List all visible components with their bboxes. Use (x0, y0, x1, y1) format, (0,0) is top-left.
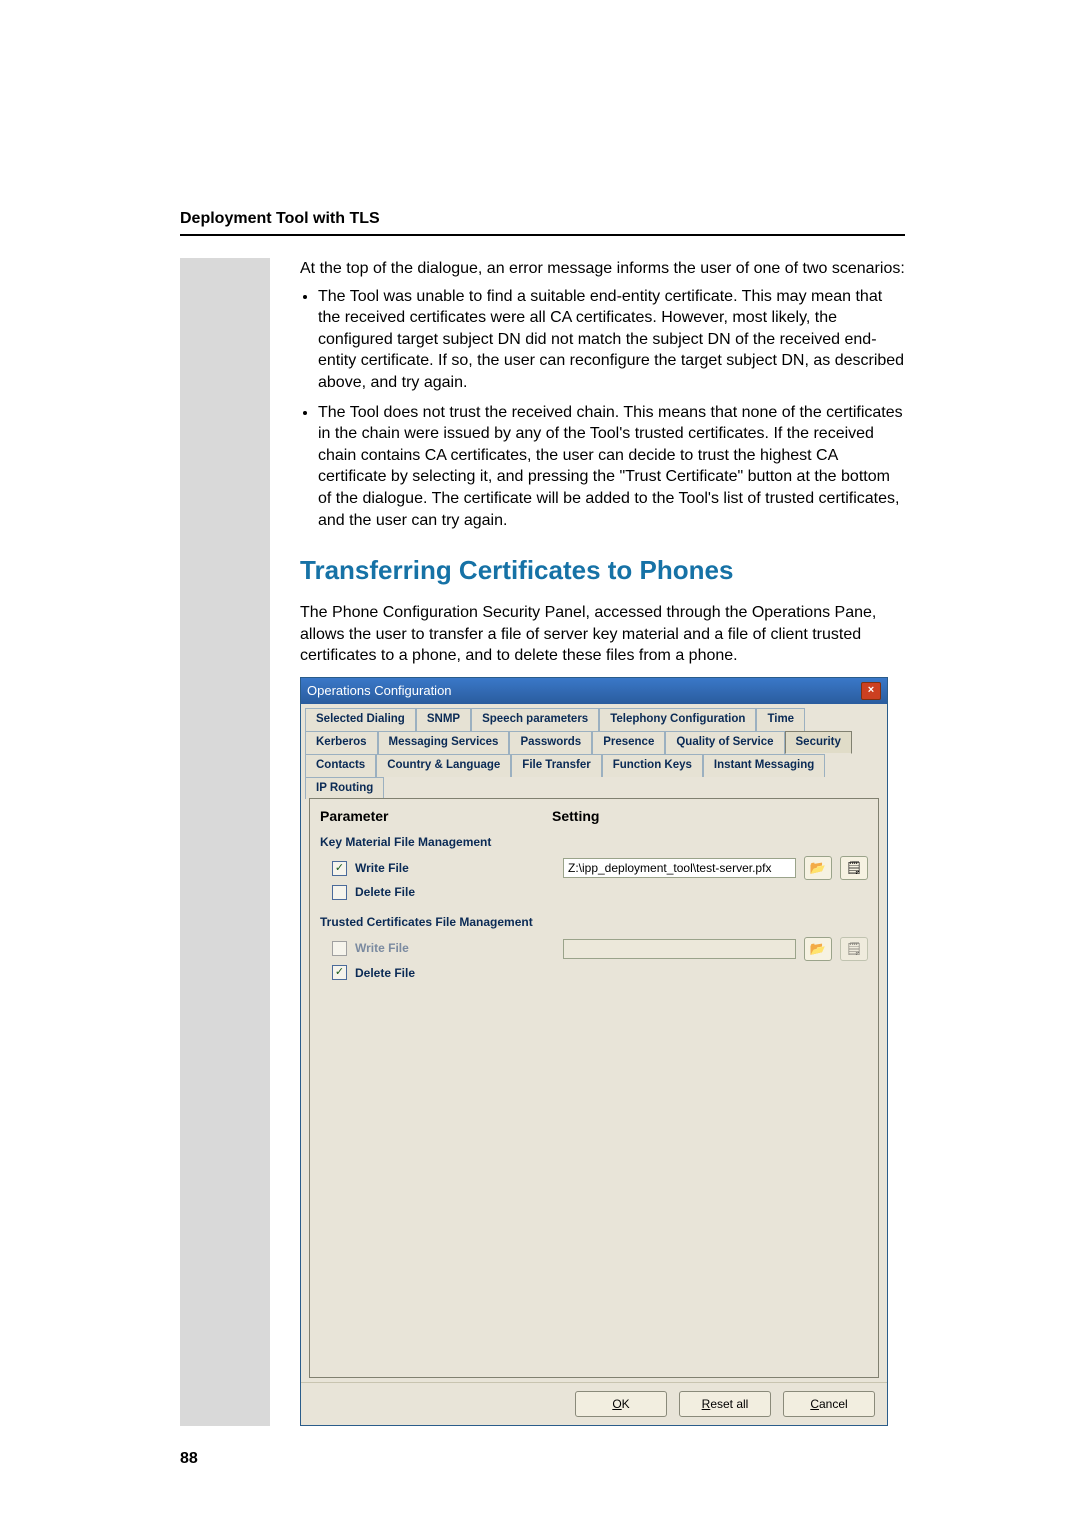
tab-passwords[interactable]: Passwords (509, 731, 592, 755)
view-file-icon[interactable]: 🗒 (840, 856, 868, 880)
reset-all-button[interactable]: Reset all (679, 1391, 771, 1417)
tab-ip-routing[interactable]: IP Routing (305, 777, 384, 800)
trusted-file-path-input (563, 939, 796, 959)
close-icon[interactable]: × (861, 682, 881, 700)
tab-strip: Selected Dialing SNMP Speech parameters … (301, 704, 887, 1378)
tab-country-language[interactable]: Country & Language (376, 754, 511, 777)
tab-selected-dialing[interactable]: Selected Dialing (305, 708, 416, 731)
page-number: 88 (180, 1450, 198, 1468)
subsection-paragraph: The Phone Configuration Security Panel, … (300, 602, 905, 667)
dialog-button-bar: OK Reset all Cancel (301, 1382, 887, 1425)
key-write-file-checkbox[interactable] (332, 861, 347, 876)
section-rule (180, 234, 905, 236)
section-title: Deployment Tool with TLS (180, 210, 905, 228)
panel-column-headers: Parameter Setting (320, 807, 868, 826)
security-panel: Parameter Setting Key Material File Mana… (309, 798, 879, 1378)
list-item: The Tool does not trust the received cha… (318, 402, 905, 532)
dialog-title: Operations Configuration (307, 682, 452, 700)
cancel-button[interactable]: Cancel (783, 1391, 875, 1417)
tab-presence[interactable]: Presence (592, 731, 665, 755)
view-file-icon: 🗒 (840, 937, 868, 961)
tab-snmp[interactable]: SNMP (416, 708, 471, 731)
tab-instant-messaging[interactable]: Instant Messaging (703, 754, 825, 777)
browse-folder-icon[interactable]: 📂 (804, 937, 832, 961)
trusted-delete-file-label: Delete File (355, 965, 555, 981)
key-delete-file-label: Delete File (355, 884, 555, 900)
tab-quality-of-service[interactable]: Quality of Service (665, 731, 784, 755)
dialog-titlebar: Operations Configuration × (301, 678, 887, 704)
trusted-delete-file-checkbox[interactable] (332, 965, 347, 980)
left-gray-bar (180, 258, 270, 1426)
group-key-material: Key Material File Management (320, 834, 868, 850)
tab-speech-parameters[interactable]: Speech parameters (471, 708, 599, 731)
tab-kerberos[interactable]: Kerberos (305, 731, 378, 755)
tab-telephony-configuration[interactable]: Telephony Configuration (599, 708, 756, 731)
tab-contacts[interactable]: Contacts (305, 754, 376, 777)
trusted-write-file-label: Write File (355, 940, 555, 956)
ok-button[interactable]: OK (575, 1391, 667, 1417)
tab-security[interactable]: Security (785, 731, 852, 755)
group-trusted-certificates: Trusted Certificates File Management (320, 914, 868, 930)
operations-configuration-dialog: Operations Configuration × Selected Dial… (300, 677, 888, 1426)
column-setting: Setting (552, 807, 599, 826)
list-item: The Tool was unable to find a suitable e… (318, 286, 905, 394)
trusted-write-file-checkbox[interactable] (332, 941, 347, 956)
tab-time[interactable]: Time (756, 708, 805, 731)
key-delete-file-checkbox[interactable] (332, 885, 347, 900)
browse-folder-icon[interactable]: 📂 (804, 856, 832, 880)
tab-messaging-services[interactable]: Messaging Services (378, 731, 510, 755)
tab-function-keys[interactable]: Function Keys (602, 754, 703, 777)
column-parameter: Parameter (320, 807, 552, 826)
tab-file-transfer[interactable]: File Transfer (511, 754, 601, 777)
key-write-file-label: Write File (355, 860, 555, 876)
subsection-heading: Transferring Certificates to Phones (300, 553, 905, 588)
bullet-list: The Tool was unable to find a suitable e… (300, 286, 905, 532)
key-file-path-input[interactable]: Z:\ipp_deployment_tool\test-server.pfx (563, 858, 796, 878)
intro-paragraph: At the top of the dialogue, an error mes… (300, 258, 905, 280)
